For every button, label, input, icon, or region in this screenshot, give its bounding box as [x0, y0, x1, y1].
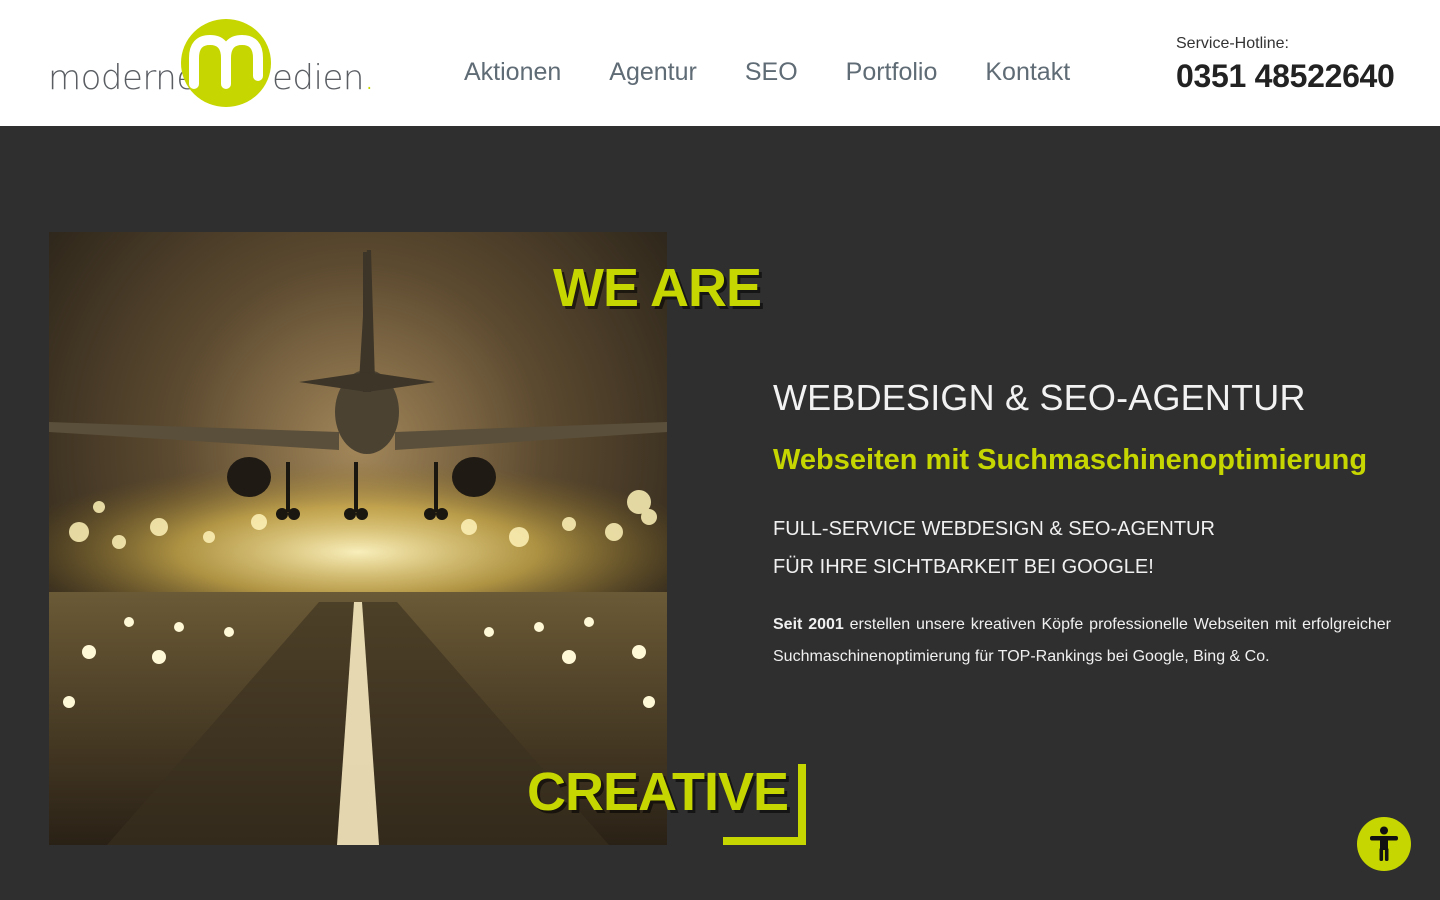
page-subtitle: Webseiten mit Suchmaschinenoptimierung — [773, 444, 1368, 476]
tagline-line-2: FÜR IHRE SICHTBARKEIT BEI GOOGLE! — [773, 556, 1154, 578]
logo-m-icon — [181, 19, 271, 107]
nav-item-seo[interactable]: SEO — [745, 56, 798, 88]
accessibility-person-icon — [1370, 826, 1398, 861]
intro-paragraph-bold: Seit 2001 — [773, 616, 844, 633]
site-logo[interactable]: moderne edien. — [48, 18, 375, 110]
decorative-bracket-horizontal — [723, 837, 806, 845]
nav-item-aktionen[interactable]: Aktionen — [464, 56, 561, 88]
intro-paragraph: Seit 2001 erstellen unsere kreativen Köp… — [773, 609, 1391, 672]
intro-paragraph-text: erstellen unsere kreativen Köpfe profess… — [773, 616, 1392, 665]
accessibility-button[interactable] — [1357, 817, 1411, 871]
nav-item-kontakt[interactable]: Kontakt — [985, 56, 1070, 88]
page-title: WEBDESIGN & SEO-AGENTUR — [773, 377, 1306, 418]
airplane-landing-runway-image — [49, 232, 667, 845]
service-hotline: Service-Hotline: 0351 48522640 — [1176, 34, 1406, 96]
hotline-number-link[interactable]: 0351 48522640 — [1176, 56, 1406, 96]
hero-overlay-we-are: WE ARE — [553, 258, 762, 318]
logo-text-left: moderne — [48, 58, 197, 98]
nav-item-portfolio[interactable]: Portfolio — [846, 56, 938, 88]
hero-image — [49, 232, 667, 845]
hotline-label: Service-Hotline: — [1176, 35, 1289, 52]
logo-text-right: edien. — [272, 58, 375, 98]
tagline: FULL-SERVICE WEBDESIGN & SEO-AGENTUR FÜR… — [773, 510, 1215, 586]
decorative-bracket-vertical — [798, 764, 806, 845]
main-nav: Aktionen Agentur SEO Portfolio Kontakt — [464, 56, 1070, 88]
nav-item-agentur[interactable]: Agentur — [609, 56, 697, 88]
hero-overlay-creative: CREATIVE — [527, 762, 789, 822]
site-header: moderne edien. Aktionen Agentur SEO Port… — [0, 0, 1440, 126]
tagline-line-1: FULL-SERVICE WEBDESIGN & SEO-AGENTUR — [773, 518, 1215, 540]
